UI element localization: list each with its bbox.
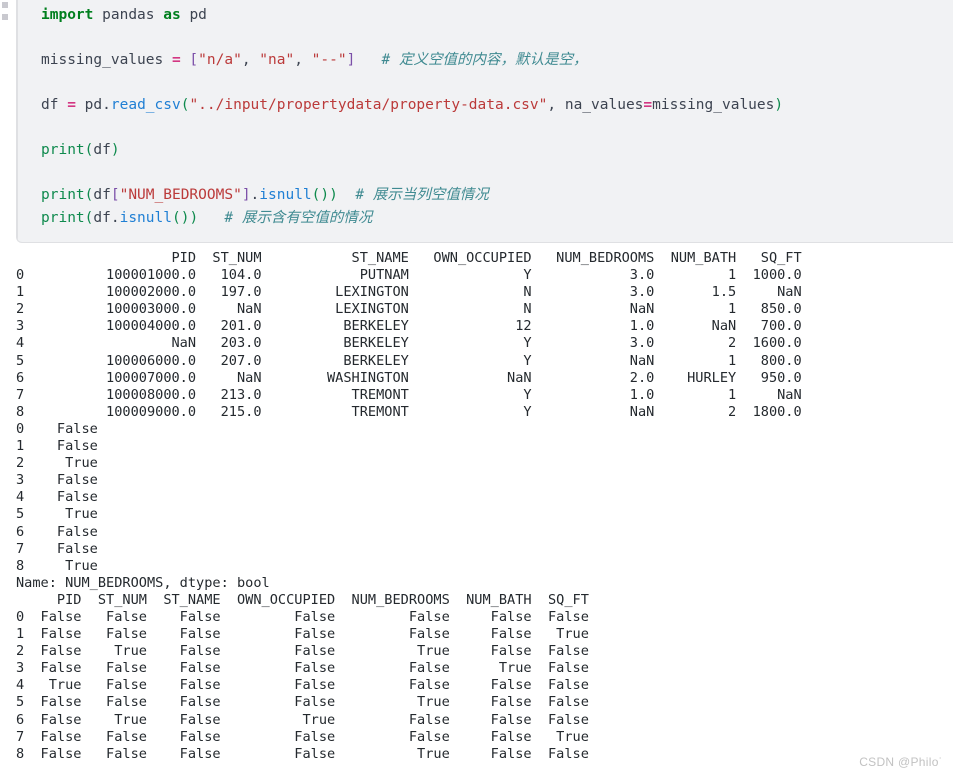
output-data-row: 6 100007000.0 NaN WASHINGTON NaN 2.0 HUR… [16,369,802,386]
output-series-row: 4 False [16,489,98,506]
code-token-punc: ) [329,187,338,203]
output-isnull-data-row: 5 False False False False True False Fal… [16,694,589,711]
output-series-row: 5 True [16,506,98,523]
output-isnull-data-row: 7 False False False False False False Tr… [16,728,589,745]
code-token-kw: as [163,7,181,23]
code-token-plain: , [294,52,312,68]
output-isnull-data-row: 8 False False False False True False Fal… [16,745,589,762]
code-token-comment: # 展示当列空值情况 [355,187,489,203]
code-line: print(df) [41,139,953,162]
output-data-row: 4 NaN 203.0 BERKELEY Y 3.0 2 1600.0 [16,335,802,352]
code-token-comment: # 定义空值的内容，默认是空， [381,52,588,68]
code-token-name: df [93,142,111,158]
code-token-name: df [93,187,111,203]
code-token-fn: isnull [259,187,312,203]
code-token-brk: [ [110,187,120,203]
code-token-name: na_values [564,97,644,113]
code-token-plain: , [241,52,260,68]
code-line: df = pd.read_csv("../input/propertydata/… [41,94,953,117]
output-isnull-data-row: 3 False False False False False True Fal… [16,660,589,677]
code-token-plain: . [250,187,260,203]
code-token-punc: ( [171,209,181,226]
code-token-str: "NUM_BEDROOMS" [119,187,242,203]
csdn-watermark: CSDN @Philo˙ [859,755,943,769]
code-token-fn: read_csv [110,97,181,113]
code-token-plain: . [110,209,120,226]
output-data-row: 2 100003000.0 NaN LEXINGTON N NaN 1 850.… [16,301,802,318]
output-isnull-data-row: 2 False True False False True False Fals… [16,643,589,660]
prompt-stub-upper [2,2,8,8]
output-data-row: 0 100001000.0 104.0 PUTNAM Y 3.0 1 1000.… [16,267,802,284]
output-data-row: 5 100006000.0 207.0 BERKELEY Y NaN 1 800… [16,352,802,369]
code-line: import pandas as pd [41,4,953,27]
code-token-str: "--" [311,52,347,68]
output-series-row: 0 False [16,420,98,437]
code-token-punc: ) [110,142,120,158]
cell-output: PID ST_NUM ST_NAME OWN_OCCUPIED NUM_BEDR… [0,250,953,763]
code-token-name: missing_values [41,52,172,68]
output-isnull-data-row: 4 True False False False False False Fal… [16,677,589,694]
code-editor[interactable]: import pandas as pd missing_values = ["n… [41,4,953,229]
code-line: print(df.isnull()) # 展示含有空值的情况 [41,207,953,230]
code-token-fn: isnull [119,209,172,226]
output-data-row: 3 100004000.0 201.0 BERKELEY 12 1.0 NaN … [16,318,802,335]
cell-prompt-stubs [0,0,16,30]
code-token-str: "../input/propertydata/property-data.csv… [189,97,548,113]
code-token-builtin: print [41,187,85,203]
code-token-builtin: print [41,142,85,158]
code-cell-gutter [17,0,18,242]
code-token-name: pandas [102,7,155,23]
output-isnull-data-row: 6 False True False True False False Fals… [16,711,589,728]
output-data-row: 7 100008000.0 213.0 TREMONT Y 1.0 1 NaN [16,386,802,403]
output-series-row: 7 False [16,540,98,557]
code-token-brk: [ [189,52,199,68]
code-token-brk: ] [241,187,251,203]
code-token-plain: , [547,97,565,113]
code-token-name: df [93,209,111,226]
code-token-name: pd [189,7,207,23]
code-line: missing_values = ["n/a", "na", "--"] # 定… [41,49,953,72]
output-series-row: 3 False [16,472,98,489]
code-line: print(df["NUM_BEDROOMS"].isnull()) # 展示当… [41,184,953,207]
code-token-str: "na" [259,52,295,68]
code-token-name: df [41,97,68,113]
output-data-row: 8 100009000.0 215.0 TREMONT Y NaN 2 1800… [16,403,802,420]
output-data-row: 1 100002000.0 197.0 LEXINGTON N 3.0 1.5 … [16,284,802,301]
code-token-plain: . [102,97,111,113]
code-token-op: = [643,97,653,113]
code-token-punc: ) [774,97,784,113]
output-series-row: 8 True [16,557,98,574]
code-token-punc: ) [189,209,199,226]
code-token-name: missing_values [652,97,775,113]
output-isnull-data-row: 0 False False False False False False Fa… [16,608,589,625]
output-series-row: 6 False [16,523,98,540]
output-series-footer: Name: NUM_BEDROOMS, dtype: bool [16,574,270,591]
prompt-stub-lower [2,14,8,20]
output-isnull-header-row: PID ST_NUM ST_NAME OWN_OCCUPIED NUM_BEDR… [16,591,589,608]
output-isnull-data-row: 1 False False False False False False Tr… [16,626,589,643]
code-token-op: = [67,97,76,113]
code-token-name: pd [84,97,103,113]
code-token-comment: # 展示含有空值的情况 [224,209,373,226]
code-cell[interactable]: import pandas as pd missing_values = ["n… [16,0,953,243]
code-token-builtin: print [41,209,85,226]
output-header-row: PID ST_NUM ST_NAME OWN_OCCUPIED NUM_BEDR… [16,250,802,266]
code-token-op: = [171,52,181,68]
code-token-str: "n/a" [198,52,242,68]
output-series-row: 2 True [16,455,98,472]
code-token-kw: import [41,7,94,23]
code-token-punc: ) [320,187,330,203]
output-series-row: 1 False [16,438,98,455]
